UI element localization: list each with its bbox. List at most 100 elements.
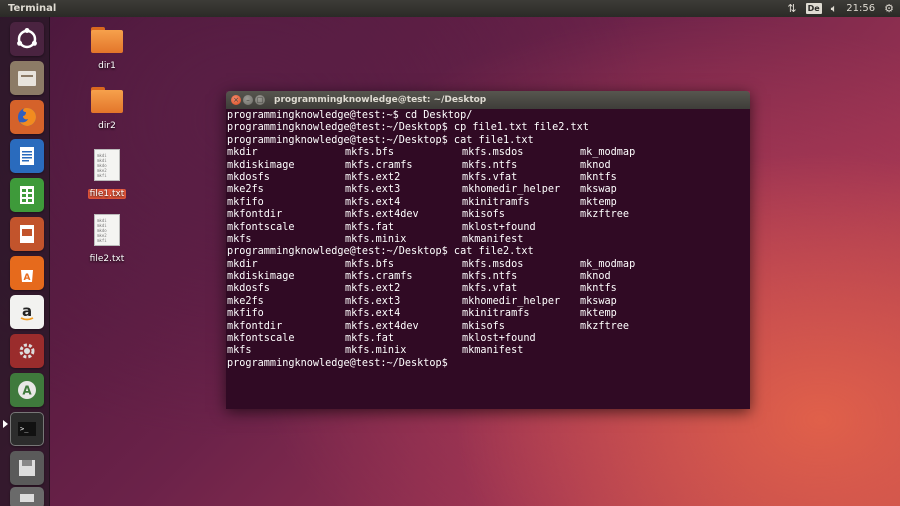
listing-cell: mkfs.bfs: [345, 147, 395, 159]
listing-cell: mkfs: [227, 345, 252, 357]
listing-cell: mklost+found: [462, 221, 536, 233]
folder-icon: [91, 27, 123, 53]
save-icon[interactable]: [10, 451, 44, 485]
writer-icon[interactable]: [10, 139, 44, 173]
listing-row: mkdir mkfs.bfs mkfs.msdos mk_modmap: [227, 259, 750, 271]
listing-cell: mkfs.cramfs: [345, 159, 413, 171]
terminal-icon[interactable]: >_: [10, 412, 44, 446]
listing-cell: mkhomedir_helper: [462, 184, 561, 196]
listing-cell: mkfs.bfs: [345, 258, 395, 270]
listing-row: mke2fs mkfs.ext3 mkhomedir_helper mkswap: [227, 184, 750, 196]
listing-row: mkdosfs mkfs.ext2 mkfs.vfat mkntfs: [227, 283, 750, 295]
listing-cell: mk_modmap: [580, 147, 636, 159]
listing-cell: mkfs.ext2: [345, 283, 401, 295]
terminal-titlebar[interactable]: × – □ programmingknowledge@test: ~/Deskt…: [226, 91, 750, 109]
keyboard-layout-indicator[interactable]: De: [805, 3, 822, 14]
terminal-output[interactable]: programmingknowledge@test:~$ cd Desktop/…: [226, 109, 750, 409]
calc-icon[interactable]: [10, 178, 44, 212]
listing-row: mkfontscale mkfs.fat mklost+found: [227, 222, 750, 234]
listing-cell: mkdiskimage: [227, 159, 295, 171]
listing-cell: mkfs.ext4dev: [345, 320, 419, 332]
listing-cell: mkntfs: [580, 171, 617, 183]
clock[interactable]: 21:56: [846, 0, 875, 17]
active-app-indicator: [3, 420, 8, 428]
listing-cell: mkfs.ext4: [345, 196, 401, 208]
desktop-icon-label: dir2: [98, 121, 116, 131]
desktop-icon-label: dir1: [98, 61, 116, 71]
listing-cell: mkfontdir: [227, 320, 283, 332]
listing-row: mkfs mkfs.minix mkmanifest: [227, 345, 750, 357]
listing-row: mke2fs mkfs.ext3 mkhomedir_helper mkswap: [227, 296, 750, 308]
listing-cell: mkinitramfs: [462, 196, 530, 208]
desktop-icon-label: file1.txt: [87, 189, 127, 199]
listing-cell: mkisofs: [462, 209, 505, 221]
listing-cell: mkfs.fat: [345, 333, 395, 345]
svg-text:a: a: [22, 302, 32, 320]
desktop-icon-dir1[interactable]: dir1: [77, 27, 137, 72]
listing-cell: mkfs.ntfs: [462, 271, 518, 283]
listing-row: mkfontdir mkfs.ext4dev mkisofs mkzftree: [227, 321, 750, 333]
listing-cell: mkisofs: [462, 320, 505, 332]
updater-icon[interactable]: A: [10, 373, 44, 407]
close-icon[interactable]: ×: [231, 95, 241, 105]
printer-icon[interactable]: [10, 487, 44, 506]
listing-cell: mkfs.vfat: [462, 283, 518, 295]
listing-cell: mkdir: [227, 258, 258, 270]
listing-cell: mkdosfs: [227, 171, 270, 183]
system-tray: ⇅ De 🔈︎ 21:56 ⚙: [787, 0, 894, 17]
listing-cell: mkfs.ext2: [345, 171, 401, 183]
impress-icon[interactable]: [10, 217, 44, 251]
firefox-icon[interactable]: [10, 100, 44, 134]
listing-cell: mkmanifest: [462, 345, 524, 357]
listing-row: mkdosfs mkfs.ext2 mkfs.vfat mkntfs: [227, 172, 750, 184]
listing-cell: mkdosfs: [227, 283, 270, 295]
gear-icon[interactable]: ⚙: [884, 0, 894, 17]
listing-cell: mk_modmap: [580, 258, 636, 270]
desktop-icon-file2[interactable]: mkdi mkdi mkdo mke2 mkfi file2.txt: [77, 214, 137, 265]
settings-icon[interactable]: [10, 334, 44, 368]
listing-cell: mkdir: [227, 147, 258, 159]
listing-row: mkfontdir mkfs.ext4dev mkisofs mkzftree: [227, 209, 750, 221]
svg-text:A: A: [24, 273, 31, 283]
volume-icon[interactable]: 🔈︎: [831, 0, 838, 17]
listing-cell: mkfs.ext3: [345, 184, 401, 196]
listing-row: mkfs mkfs.minix mkmanifest: [227, 234, 750, 246]
desktop-icon-dir2[interactable]: dir2: [77, 87, 137, 132]
listing-row: mkdiskimage mkfs.cramfs mkfs.ntfs mknod: [227, 271, 750, 283]
listing-cell: mkfontscale: [227, 221, 295, 233]
terminal-window[interactable]: × – □ programmingknowledge@test: ~/Deskt…: [226, 91, 750, 409]
listing-cell: mkfifo: [227, 308, 264, 320]
text-file-icon: mkdi mkdi mkdo mke2 mkfi: [94, 214, 120, 246]
software-center-icon[interactable]: A: [10, 256, 44, 290]
listing-cell: mkfontdir: [227, 209, 283, 221]
listing-cell: mkfs.minix: [345, 345, 407, 357]
listing-cell: mkinitramfs: [462, 308, 530, 320]
listing-cell: mkswap: [580, 295, 617, 307]
svg-text:A: A: [22, 384, 32, 398]
amazon-icon[interactable]: a: [10, 295, 44, 329]
listing-cell: mkfontscale: [227, 333, 295, 345]
listing-cell: mkswap: [580, 184, 617, 196]
file-listing-2: mkdir mkfs.bfs mkfs.msdos mk_modmap mkdiskim…: [227, 259, 750, 358]
listing-cell: [580, 222, 700, 234]
desktop-icon-file1[interactable]: mkdi mkdi mkdo mke2 mkfi file1.txt: [77, 149, 137, 200]
listing-cell: mkntfs: [580, 283, 617, 295]
network-icon[interactable]: ⇅: [787, 0, 796, 17]
terminal-line: programmingknowledge@test:~$ cd Desktop/: [227, 110, 473, 121]
terminal-line: programmingknowledge@test:~/Desktop$ cp …: [227, 122, 589, 134]
listing-cell: mke2fs: [227, 184, 264, 196]
files-icon[interactable]: [10, 61, 44, 95]
listing-cell: mkfs.vfat: [462, 171, 518, 183]
svg-text:>_: >_: [20, 425, 29, 433]
listing-cell: mknod: [580, 271, 611, 283]
listing-cell: [580, 345, 700, 357]
listing-row: mkfifo mkfs.ext4 mkinitramfs mktemp: [227, 197, 750, 209]
listing-row: mkdir mkfs.bfs mkfs.msdos mk_modmap: [227, 147, 750, 159]
ubuntu-dash-icon[interactable]: [10, 22, 44, 56]
listing-cell: mkdiskimage: [227, 271, 295, 283]
maximize-icon[interactable]: □: [255, 95, 265, 105]
desktop-icon-label: file2.txt: [89, 254, 125, 264]
minimize-icon[interactable]: –: [243, 95, 253, 105]
listing-cell: mkfs.msdos: [462, 258, 524, 270]
text-file-icon: mkdi mkdi mkdo mke2 mkfi: [94, 149, 120, 181]
